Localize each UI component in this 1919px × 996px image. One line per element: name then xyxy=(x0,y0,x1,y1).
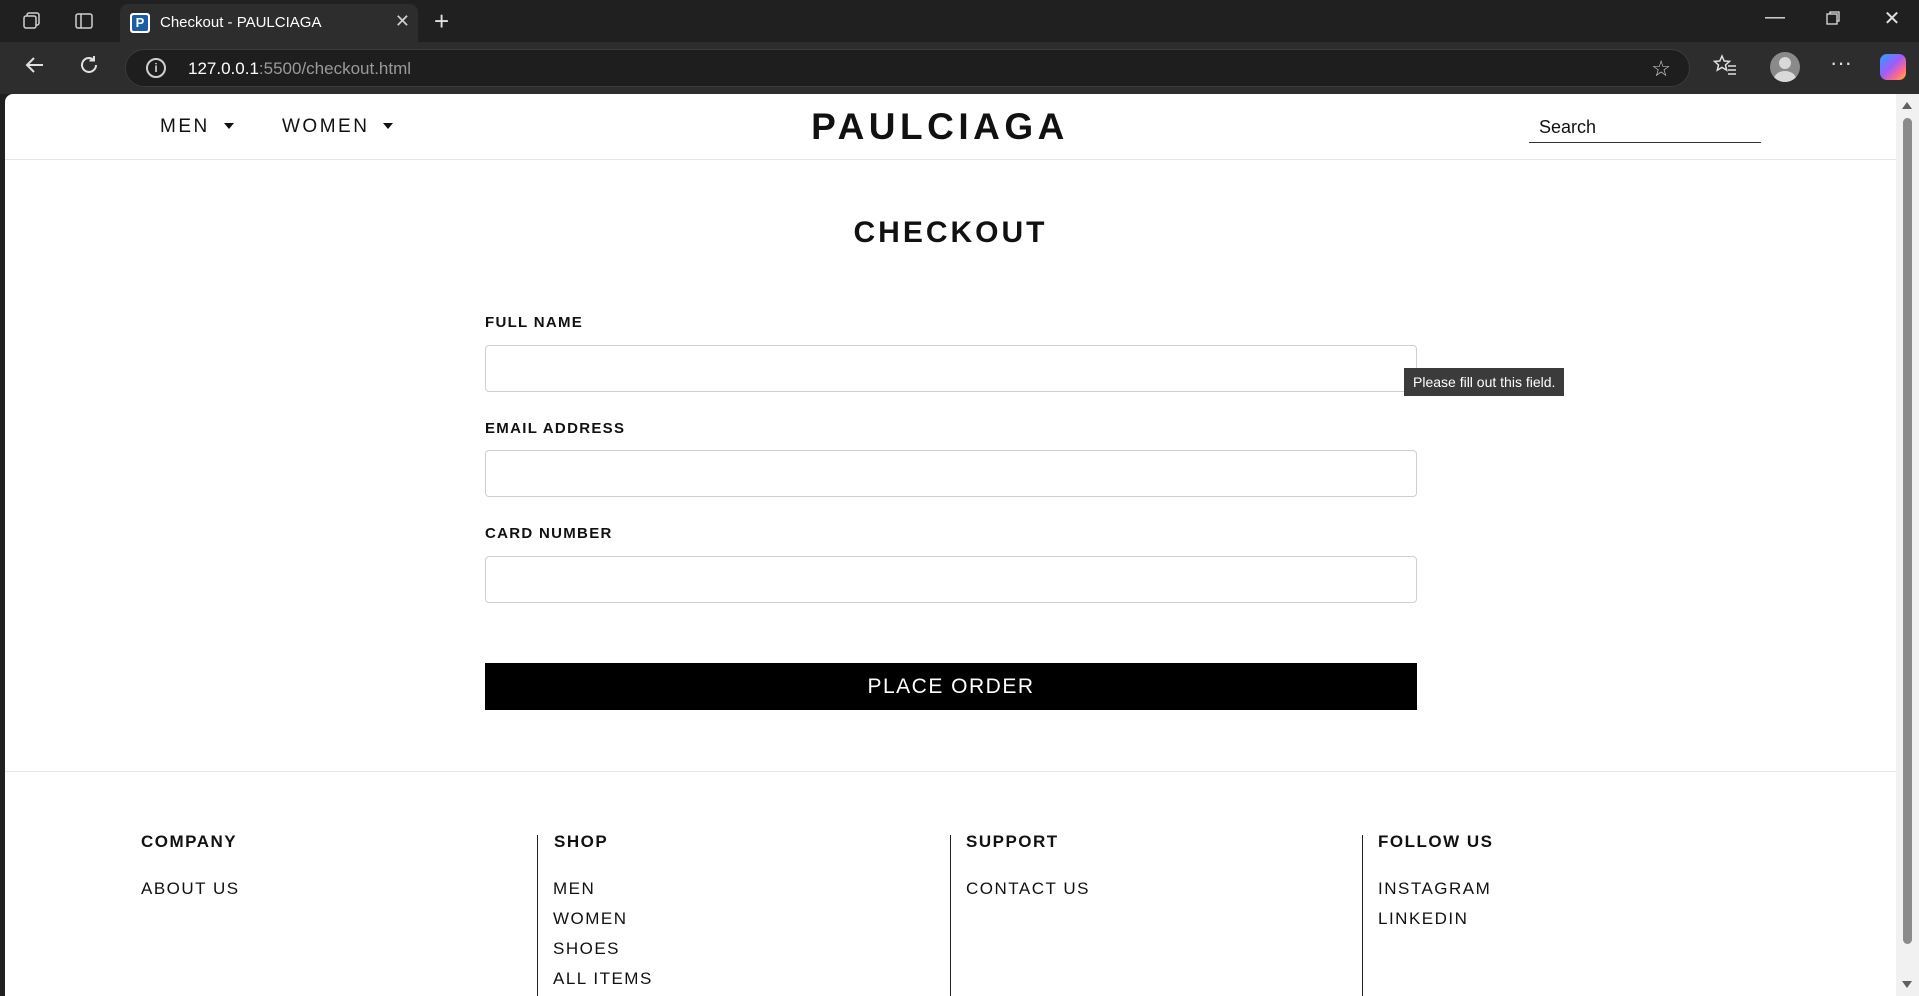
new-tab-icon[interactable]: + xyxy=(434,6,449,37)
footer-heading-shop: SHOP xyxy=(554,832,609,851)
card-number-field[interactable] xyxy=(485,556,1417,603)
validation-tooltip: Please fill out this field. xyxy=(1404,368,1565,396)
footer-link-shoes[interactable]: SHOES xyxy=(553,939,620,959)
full-name-field[interactable] xyxy=(485,345,1417,392)
close-tab-icon[interactable]: ✕ xyxy=(395,11,410,32)
refresh-icon[interactable] xyxy=(74,54,104,82)
active-tab[interactable]: P Checkout - PAULCIAGA ✕ xyxy=(120,4,418,42)
footer-divider xyxy=(950,835,951,996)
minimize-icon[interactable]: — xyxy=(1755,6,1795,29)
place-order-button[interactable]: PLACE ORDER xyxy=(485,663,1417,710)
page-scrollbar[interactable] xyxy=(1896,94,1919,996)
scroll-down-arrow-icon[interactable] xyxy=(1902,981,1912,988)
page-title: CHECKOUT xyxy=(853,216,1048,249)
site-header: MEN WOMEN PAULCIAGA xyxy=(5,94,1896,160)
browser-nav-bar: i 127.0.0.1:5500/checkout.html ☆ ··· xyxy=(0,42,1919,94)
profile-icon[interactable] xyxy=(1770,52,1800,82)
copilot-icon[interactable] xyxy=(1880,54,1906,80)
close-window-icon[interactable]: ✕ xyxy=(1872,6,1912,31)
workspaces-icon[interactable] xyxy=(20,9,44,33)
card-number-label: CARD NUMBER xyxy=(485,525,613,542)
site-favicon-icon: P xyxy=(130,13,150,33)
browser-tab-bar: P Checkout - PAULCIAGA ✕ + — ✕ xyxy=(0,0,1919,42)
page-viewport: MEN WOMEN PAULCIAGA CHECKOUT FULL NAME P… xyxy=(5,94,1896,996)
tab-title: Checkout - PAULCIAGA xyxy=(160,14,322,31)
full-name-label: FULL NAME xyxy=(485,314,584,331)
footer-link-instagram[interactable]: INSTAGRAM xyxy=(1378,879,1491,899)
favorites-icon[interactable] xyxy=(1710,54,1740,82)
footer-link-linkedin[interactable]: LINKEDIN xyxy=(1378,909,1468,929)
more-icon[interactable]: ··· xyxy=(1826,50,1856,76)
scrollbar-thumb[interactable] xyxy=(1903,118,1912,944)
email-label: EMAIL ADDRESS xyxy=(485,420,626,437)
footer-link-women[interactable]: WOMEN xyxy=(553,909,628,929)
back-arrow-icon[interactable] xyxy=(20,54,50,82)
star-icon[interactable]: ☆ xyxy=(1651,56,1671,82)
site-footer: COMPANY ABOUT US SHOP MEN WOMEN SHOES AL… xyxy=(5,771,1896,996)
search-input[interactable] xyxy=(1529,112,1761,143)
footer-heading-company: COMPANY xyxy=(141,832,238,851)
tab-actions-icon[interactable] xyxy=(72,9,96,33)
footer-divider xyxy=(1362,835,1363,996)
address-bar[interactable]: i 127.0.0.1:5500/checkout.html ☆ xyxy=(125,49,1690,87)
url-text: 127.0.0.1:5500/checkout.html xyxy=(188,59,412,78)
email-field[interactable] xyxy=(485,450,1417,497)
info-icon[interactable]: i xyxy=(146,58,166,78)
footer-link-all-items[interactable]: ALL ITEMS xyxy=(553,969,653,989)
footer-divider xyxy=(537,835,538,996)
footer-link-about-us[interactable]: ABOUT US xyxy=(141,879,240,899)
footer-heading-follow-us: FOLLOW US xyxy=(1378,832,1494,851)
scroll-up-arrow-icon[interactable] xyxy=(1902,102,1912,109)
footer-link-contact-us[interactable]: CONTACT US xyxy=(966,879,1090,899)
restore-icon[interactable] xyxy=(1813,9,1853,32)
footer-heading-support: SUPPORT xyxy=(966,832,1059,851)
footer-link-men[interactable]: MEN xyxy=(553,879,595,899)
